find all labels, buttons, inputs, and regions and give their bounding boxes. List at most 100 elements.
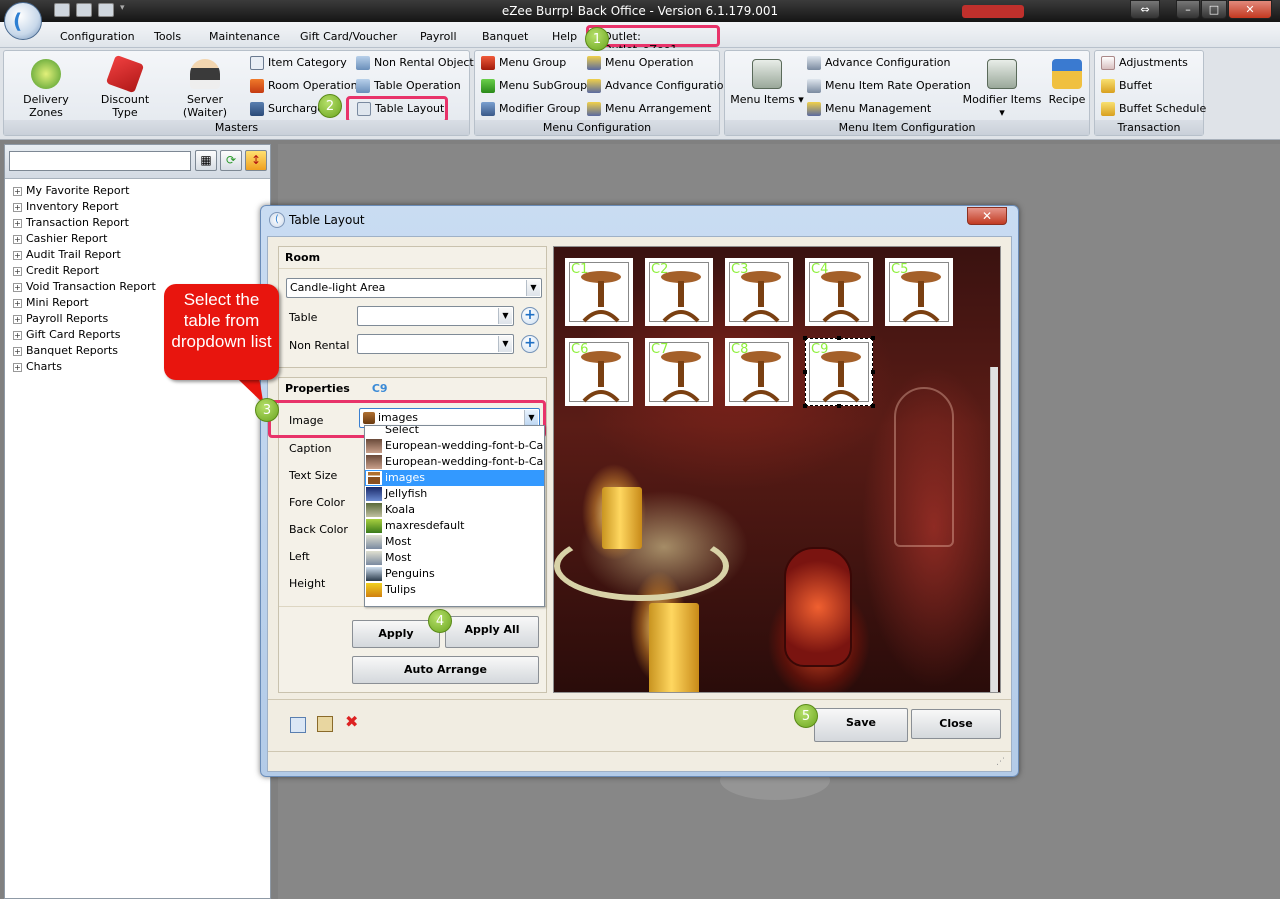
modifier-group-button[interactable]: Modifier Group [481, 100, 580, 118]
qat-dropdown-icon[interactable]: ▾ [120, 3, 128, 17]
dropdown-option[interactable]: Most [365, 550, 544, 566]
resize-grip-icon[interactable]: ⋰ [996, 757, 1005, 767]
dropdown-option-selected[interactable]: images [365, 470, 544, 486]
discount-type-button[interactable]: Discount Type [88, 54, 162, 119]
paste-icon[interactable] [317, 716, 333, 732]
modifier-items-button[interactable]: Modifier Items ▾ [959, 59, 1045, 119]
close-window-button[interactable]: ✕ [1228, 0, 1272, 19]
server-waiter-button[interactable]: Server (Waiter) [164, 59, 246, 119]
maximize-button[interactable]: □ [1201, 0, 1227, 19]
selection-handle[interactable] [871, 370, 875, 374]
sort-icon[interactable]: ↕ [245, 150, 267, 171]
canvas-scrollbar[interactable] [990, 367, 998, 692]
tree-item-void-transaction-report[interactable]: + Void Transaction Report [13, 279, 156, 295]
dropdown-option[interactable]: Koala [365, 502, 544, 518]
dropdown-option[interactable]: Jellyfish [365, 486, 544, 502]
copy-icon[interactable] [290, 717, 306, 733]
buffet-button[interactable]: Buffet [1101, 77, 1152, 95]
menu-configuration[interactable]: Configuration [60, 30, 135, 43]
dropdown-option[interactable]: European-wedding-font-b-Candle [365, 454, 544, 470]
advance-configuration-button[interactable]: Advance Configuration [587, 77, 730, 95]
qat-refresh-icon[interactable] [76, 3, 92, 17]
dropdown-option[interactable]: maxresdefault [365, 518, 544, 534]
minimize-button[interactable]: – [1176, 0, 1200, 19]
item-category-button[interactable]: Item Category [250, 54, 347, 72]
menu-group-button[interactable]: Menu Group [481, 54, 566, 72]
menu-items-button[interactable]: Menu Items ▾ [729, 59, 805, 106]
tree-item-audit-trail-report[interactable]: + Audit Trail Report [13, 247, 121, 263]
selection-handle[interactable] [803, 336, 807, 340]
menu-item-rate-operation-button[interactable]: Menu Item Rate Operation [807, 77, 971, 95]
auto-arrange-button[interactable]: Auto Arrange [352, 656, 539, 684]
table-cell-c3[interactable]: C3 [725, 258, 793, 326]
table-cell-c4[interactable]: C4 [805, 258, 873, 326]
selection-handle[interactable] [803, 370, 807, 374]
dropdown-option[interactable]: Tulips [365, 582, 544, 598]
tree-item-inventory-report[interactable]: + Inventory Report [13, 199, 119, 215]
close-button[interactable]: Close [911, 709, 1001, 739]
recipe-button[interactable]: Recipe [1045, 59, 1089, 106]
surcharge-button[interactable]: Surcharge [250, 100, 324, 118]
selection-handle[interactable] [837, 404, 841, 408]
tree-item-charts[interactable]: + Charts [13, 359, 62, 375]
delete-icon[interactable]: ✖ [345, 712, 361, 731]
tree-item-payroll-reports[interactable]: + Payroll Reports [13, 311, 108, 327]
save-button[interactable]: Save [814, 708, 908, 742]
non-rental-select[interactable]: ▼ [357, 334, 514, 354]
tree-item-my-favorite-report[interactable]: + My Favorite Report [13, 183, 129, 199]
table-cell-c9-selected[interactable]: C9 [803, 336, 875, 408]
add-non-rental-icon[interactable]: + [521, 335, 539, 353]
selection-handle[interactable] [837, 336, 841, 340]
tree-item-transaction-report[interactable]: + Transaction Report [13, 215, 129, 231]
menu-payroll[interactable]: Payroll [420, 30, 457, 43]
delivery-zones-button[interactable]: Delivery Zones [8, 59, 84, 119]
restore-button[interactable]: ⇔ [1130, 0, 1160, 19]
table-cell-c6[interactable]: C6 [565, 338, 633, 406]
dropdown-option[interactable]: European-wedding-font-b-Candle [365, 438, 544, 454]
selection-handle[interactable] [803, 404, 807, 408]
qat-home-icon[interactable] [98, 3, 114, 17]
menu-help[interactable]: Help [552, 30, 577, 43]
apply-button[interactable]: Apply [352, 620, 440, 648]
adjustments-button[interactable]: Adjustments [1101, 54, 1188, 72]
dropdown-option-select[interactable]: Select [365, 426, 544, 438]
tree-item-gift-card-reports[interactable]: + Gift Card Reports [13, 327, 121, 343]
buffet-schedule-button[interactable]: Buffet Schedule [1101, 100, 1206, 118]
menu-subgroup-button[interactable]: Menu SubGroup [481, 77, 587, 95]
menu-management-button[interactable]: Menu Management [807, 100, 931, 118]
tree-item-mini-report[interactable]: + Mini Report [13, 295, 89, 311]
tree-item-credit-report[interactable]: + Credit Report [13, 263, 99, 279]
room-select[interactable]: Candle-light Area ▼ [286, 278, 542, 298]
selection-handle[interactable] [871, 336, 875, 340]
refresh-icon[interactable]: ⟳ [220, 150, 242, 171]
table-operation-button[interactable]: Table Operation [356, 77, 461, 95]
app-orb-icon[interactable]: ( [4, 2, 42, 40]
room-operation-button[interactable]: Room Operation [250, 77, 358, 95]
menu-arrangement-button[interactable]: Menu Arrangement [587, 100, 711, 118]
table-layout-button[interactable]: Table Layout [346, 96, 448, 123]
menu-gift-card[interactable]: Gift Card/Voucher [300, 30, 397, 43]
tree-item-banquet-reports[interactable]: + Banquet Reports [13, 343, 118, 359]
table-cell-c7[interactable]: C7 [645, 338, 713, 406]
calculator-icon[interactable]: ▦ [195, 150, 217, 171]
table-cell-c8[interactable]: C8 [725, 338, 793, 406]
add-table-icon[interactable]: + [521, 307, 539, 325]
table-cell-c5[interactable]: C5 [885, 258, 953, 326]
report-search-input[interactable] [9, 151, 191, 171]
menu-operation-button[interactable]: Menu Operation [587, 54, 693, 72]
menu-banquet[interactable]: Banquet [482, 30, 528, 43]
table-cell-c2[interactable]: C2 [645, 258, 713, 326]
dropdown-option[interactable]: Penguins [365, 566, 544, 582]
dropdown-option[interactable]: Most [365, 534, 544, 550]
tree-item-cashier-report[interactable]: + Cashier Report [13, 231, 107, 247]
menu-maintenance[interactable]: Maintenance [209, 30, 280, 43]
table-cell-c1[interactable]: C1 [565, 258, 633, 326]
non-rental-object-button[interactable]: Non Rental Object [356, 54, 474, 72]
table-layout-canvas[interactable]: C1 C2 C3 C4 C5 C6 C7 C8 C9 [553, 246, 1001, 693]
table-select[interactable]: ▼ [357, 306, 514, 326]
apply-all-button[interactable]: Apply All [445, 616, 539, 648]
selection-handle[interactable] [871, 404, 875, 408]
dialog-close-button[interactable]: ✕ [967, 207, 1007, 225]
mi-advance-configuration-button[interactable]: Advance Configuration [807, 54, 950, 72]
qat-grid-icon[interactable] [54, 3, 70, 17]
